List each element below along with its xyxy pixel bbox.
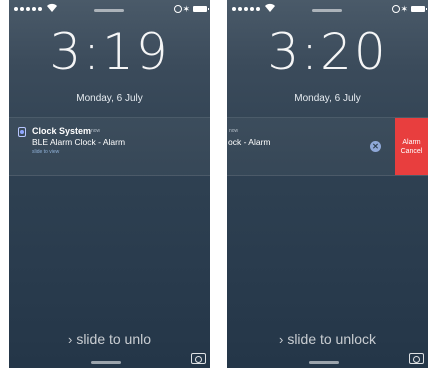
notification-time: now — [229, 128, 239, 134]
notification-center-handle[interactable] — [94, 9, 124, 12]
lock-screen-right: ✶ 3:20 Monday, 6 July now ock - Alarm ✕ … — [227, 0, 428, 368]
slide-to-unlock[interactable]: › slide to unlo — [9, 331, 210, 347]
camera-icon[interactable] — [191, 353, 206, 364]
battery-icon — [411, 6, 427, 12]
control-center-handle[interactable] — [309, 361, 339, 364]
chevron-right-icon: › — [278, 332, 284, 347]
notification-center-handle[interactable] — [312, 9, 342, 12]
orientation-lock-icon — [174, 5, 182, 13]
app-icon — [18, 127, 26, 137]
notification-body: BLE Alarm Clock - Alarm — [32, 137, 126, 147]
lock-date: Monday, 6 July — [76, 93, 143, 104]
lock-time: 3:19 — [49, 23, 170, 81]
notification-banner[interactable]: Clock System now BLE Alarm Clock - Alarm… — [9, 117, 210, 176]
notification-title: Clock System — [32, 126, 92, 136]
orientation-lock-icon — [392, 5, 400, 13]
bluetooth-icon: ✶ — [400, 4, 408, 14]
slide-to-unlock-label: slide to unlock — [287, 331, 377, 347]
control-center-handle[interactable] — [91, 361, 121, 364]
slide-to-unlock-label: slide to unlo — [76, 331, 152, 347]
close-icon[interactable]: ✕ — [370, 141, 381, 152]
slide-to-unlock[interactable]: › slide to unlock — [227, 331, 428, 347]
battery-icon — [193, 6, 209, 12]
notification-time: now — [91, 128, 101, 134]
status-bar: ✶ — [227, 0, 428, 18]
signal-icon — [14, 7, 42, 11]
lock-date: Monday, 6 July — [294, 93, 361, 104]
notification-banner-swiped[interactable]: now ock - Alarm ✕ Alarm Cancel — [227, 117, 428, 176]
wifi-icon — [265, 3, 275, 13]
notification-hint: slide to view — [32, 149, 60, 155]
bluetooth-icon: ✶ — [182, 4, 190, 14]
chevron-right-icon: › — [67, 332, 73, 347]
notification-body: ock - Alarm — [228, 137, 271, 147]
lock-time: 3:20 — [267, 23, 388, 81]
camera-icon[interactable] — [409, 353, 424, 364]
status-bar: ✶ — [9, 0, 210, 18]
lock-screen-left: ✶ 3:19 Monday, 6 July Clock System now B… — [9, 0, 210, 368]
signal-icon — [232, 7, 260, 11]
alarm-cancel-button[interactable]: Alarm Cancel — [395, 118, 428, 175]
wifi-icon — [47, 3, 57, 13]
